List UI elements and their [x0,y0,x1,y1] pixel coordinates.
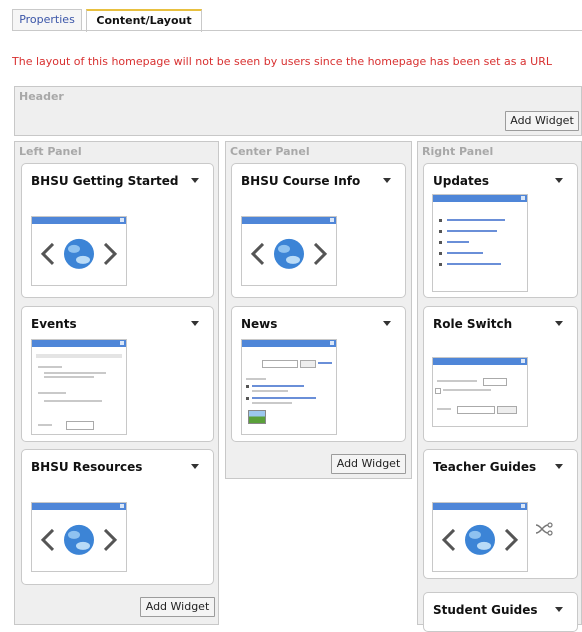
widget-preview [31,339,127,435]
widget-card[interactable]: BHSU Getting Started [21,163,214,298]
globe-icon [40,238,118,269]
widget-preview [432,357,528,427]
globe-icon [250,238,328,269]
shuffle-icon[interactable] [535,522,553,536]
widget-title: Student Guides [433,603,538,617]
widget-title: BHSU Getting Started [31,174,179,188]
widget-card[interactable]: BHSU Resources [21,449,214,585]
widget-title: Updates [433,174,490,188]
chevron-down-icon[interactable] [555,464,563,469]
center-add-widget-button[interactable]: Add Widget [331,454,406,474]
widget-card[interactable]: Events [21,306,214,442]
left-add-widget-button[interactable]: Add Widget [140,597,215,617]
widget-title: Role Switch [433,317,513,331]
widget-preview [241,216,337,286]
widget-preview [432,194,528,292]
chevron-down-icon[interactable] [191,321,199,326]
widget-card[interactable]: Teacher Guides [423,449,578,579]
layout-notice: The layout of this homepage will not be … [12,55,552,68]
chevron-down-icon[interactable] [383,321,391,326]
widget-preview [31,216,127,286]
globe-icon [40,524,118,555]
tab-divider [12,30,582,31]
left-panel-title: Left Panel [19,145,82,158]
header-zone: Header Add Widget [14,86,582,136]
chevron-down-icon[interactable] [191,464,199,469]
widget-card[interactable]: Updates [423,163,578,298]
widget-title: News [241,317,278,331]
chevron-down-icon[interactable] [555,607,563,612]
tab-content-layout[interactable]: Content/Layout [86,9,202,32]
right-panel-title: Right Panel [422,145,494,158]
center-panel-title: Center Panel [230,145,310,158]
widget-preview [31,502,127,572]
header-zone-title: Header [19,90,64,103]
widget-title: Teacher Guides [433,460,537,474]
widget-preview [432,502,528,572]
chevron-down-icon[interactable] [555,321,563,326]
tab-properties[interactable]: Properties [12,9,82,31]
chevron-down-icon[interactable] [383,178,391,183]
widget-card[interactable]: BHSU Course Info [231,163,406,298]
globe-icon [441,524,519,555]
header-add-widget-button[interactable]: Add Widget [505,111,579,131]
widget-preview [241,339,337,435]
widget-card[interactable]: News [231,306,406,442]
widget-card[interactable]: Student Guides [423,592,578,632]
widget-card[interactable]: Role Switch [423,306,578,442]
chevron-down-icon[interactable] [191,178,199,183]
image-icon [248,410,266,424]
widget-title: Events [31,317,77,331]
widget-title: BHSU Resources [31,460,143,474]
widget-title: BHSU Course Info [241,174,361,188]
chevron-down-icon[interactable] [555,178,563,183]
